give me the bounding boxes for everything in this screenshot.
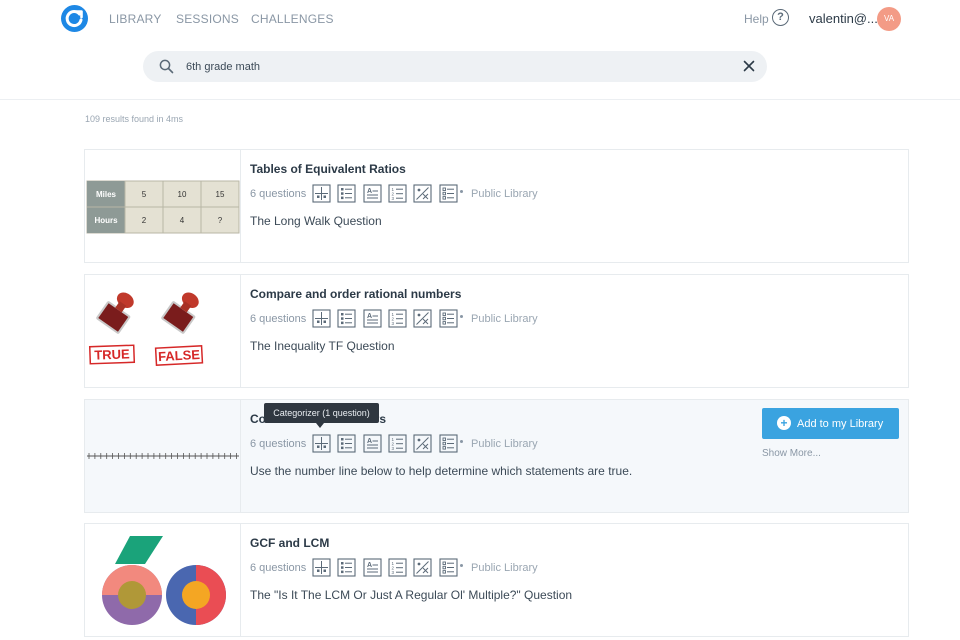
- separator-dot: [460, 315, 463, 318]
- stamp-label: FALSE: [158, 347, 201, 364]
- separator-dot: [460, 440, 463, 443]
- svg-text:A: A: [367, 438, 372, 445]
- avatar[interactable]: VA: [877, 7, 901, 31]
- svg-text:3: 3: [391, 321, 394, 326]
- ordered-list-icon[interactable]: 123: [388, 309, 407, 328]
- checklist-icon[interactable]: [438, 434, 458, 453]
- separator-dot: [460, 564, 463, 567]
- ratio-cell: ?: [218, 216, 223, 225]
- matching-icon[interactable]: [413, 434, 432, 453]
- matching-icon[interactable]: [413, 558, 432, 577]
- card-description: The Long Walk Question: [250, 214, 382, 228]
- ordered-list-icon[interactable]: 123: [388, 434, 407, 453]
- matching-icon[interactable]: [413, 309, 432, 328]
- sixty-graphic-thumbnail: [85, 524, 241, 636]
- separator-dot: [460, 190, 463, 193]
- plus-icon: +: [777, 416, 791, 430]
- ratio-cell: 15: [216, 190, 225, 199]
- username[interactable]: valentin@...: [809, 11, 878, 26]
- ordered-list-icon[interactable]: 123: [388, 558, 407, 577]
- ratio-row-header-hours: Hours: [94, 216, 118, 225]
- result-card-equivalent-ratios[interactable]: Miles 5 10 15 Hours 2 4 ? Tables of Equi…: [84, 149, 909, 263]
- result-card-rational-numbers[interactable]: TRUE FALSE Compare and order rational nu…: [84, 274, 909, 388]
- library-label[interactable]: Public Library: [471, 562, 538, 574]
- checklist-icon[interactable]: [438, 184, 458, 203]
- categorizer-tooltip: Categorizer (1 question): [264, 403, 379, 423]
- results-count: 109 results found in 4ms: [85, 114, 184, 124]
- svg-text:A: A: [367, 188, 372, 195]
- ratio-cell: 2: [142, 216, 147, 225]
- multiple-choice-icon[interactable]: [337, 309, 356, 328]
- search-bar: [143, 51, 767, 82]
- ordered-list-icon[interactable]: 123: [388, 184, 407, 203]
- result-card-gcf-lcm[interactable]: GCF and LCM 6 questions A 123 Public Libr…: [84, 523, 909, 637]
- categorizer-icon[interactable]: [312, 434, 331, 453]
- checklist-icon[interactable]: [438, 558, 458, 577]
- library-label[interactable]: Public Library: [471, 438, 538, 450]
- card-description: The "Is It The LCM Or Just A Regular Ol'…: [250, 588, 573, 602]
- card-title[interactable]: GCF and LCM: [250, 536, 329, 550]
- library-label[interactable]: Public Library: [471, 313, 538, 325]
- ratio-table-thumbnail: Miles 5 10 15 Hours 2 4 ?: [85, 150, 241, 262]
- library-label[interactable]: Public Library: [471, 188, 538, 200]
- checklist-icon[interactable]: [438, 309, 458, 328]
- multiple-choice-icon[interactable]: [337, 184, 356, 203]
- svg-text:3: 3: [391, 570, 394, 575]
- true-false-stamps-thumbnail: TRUE FALSE: [85, 275, 241, 387]
- card-title[interactable]: Compare and order rational numbers: [250, 287, 461, 301]
- help-question-icon[interactable]: ?: [772, 9, 789, 26]
- svg-text:3: 3: [391, 446, 394, 451]
- multiple-choice-icon[interactable]: [337, 434, 356, 453]
- ratio-cell: 10: [178, 190, 187, 199]
- text-entry-icon[interactable]: A: [363, 184, 382, 203]
- svg-text:A: A: [367, 313, 372, 320]
- tooltip-arrow: [316, 423, 324, 428]
- text-entry-icon[interactable]: A: [363, 309, 382, 328]
- question-count: 6 questions: [250, 188, 307, 200]
- app-logo-icon[interactable]: [61, 5, 88, 32]
- card-description: Use the number line below to help determ…: [250, 464, 633, 478]
- clear-search-icon[interactable]: [743, 60, 755, 72]
- stamp-label: TRUE: [94, 346, 130, 362]
- add-to-library-button[interactable]: + Add to my Library: [762, 408, 899, 439]
- nav-library[interactable]: LIBRARY: [109, 12, 162, 26]
- ratio-cell: 4: [180, 216, 185, 225]
- ratio-row-header-miles: Miles: [96, 190, 117, 199]
- add-to-library-label: Add to my Library: [797, 418, 884, 430]
- search-icon[interactable]: [159, 59, 174, 74]
- card-title[interactable]: Tables of Equivalent Ratios: [250, 162, 406, 176]
- ratio-cell: 5: [142, 190, 147, 199]
- top-bar: LIBRARY SESSIONS CHALLENGES Help ? valen…: [0, 0, 960, 100]
- text-entry-icon[interactable]: A: [363, 434, 382, 453]
- nav-challenges[interactable]: CHALLENGES: [251, 12, 334, 26]
- categorizer-icon[interactable]: [312, 558, 331, 577]
- categorizer-icon[interactable]: [312, 184, 331, 203]
- text-entry-icon[interactable]: A: [363, 558, 382, 577]
- categorizer-icon[interactable]: [312, 309, 331, 328]
- question-count: 6 questions: [250, 438, 307, 450]
- question-count: 6 questions: [250, 562, 307, 574]
- multiple-choice-icon[interactable]: [337, 558, 356, 577]
- question-count: 6 questions: [250, 313, 307, 325]
- show-more-link[interactable]: Show More...: [762, 448, 821, 459]
- help-link[interactable]: Help: [744, 12, 769, 26]
- svg-text:A: A: [367, 562, 372, 569]
- number-line-thumbnail: [85, 400, 241, 512]
- nav-sessions[interactable]: SESSIONS: [176, 12, 239, 26]
- matching-icon[interactable]: [413, 184, 432, 203]
- card-description: The Inequality TF Question: [250, 339, 395, 353]
- svg-text:3: 3: [391, 196, 394, 201]
- search-input[interactable]: [186, 51, 726, 82]
